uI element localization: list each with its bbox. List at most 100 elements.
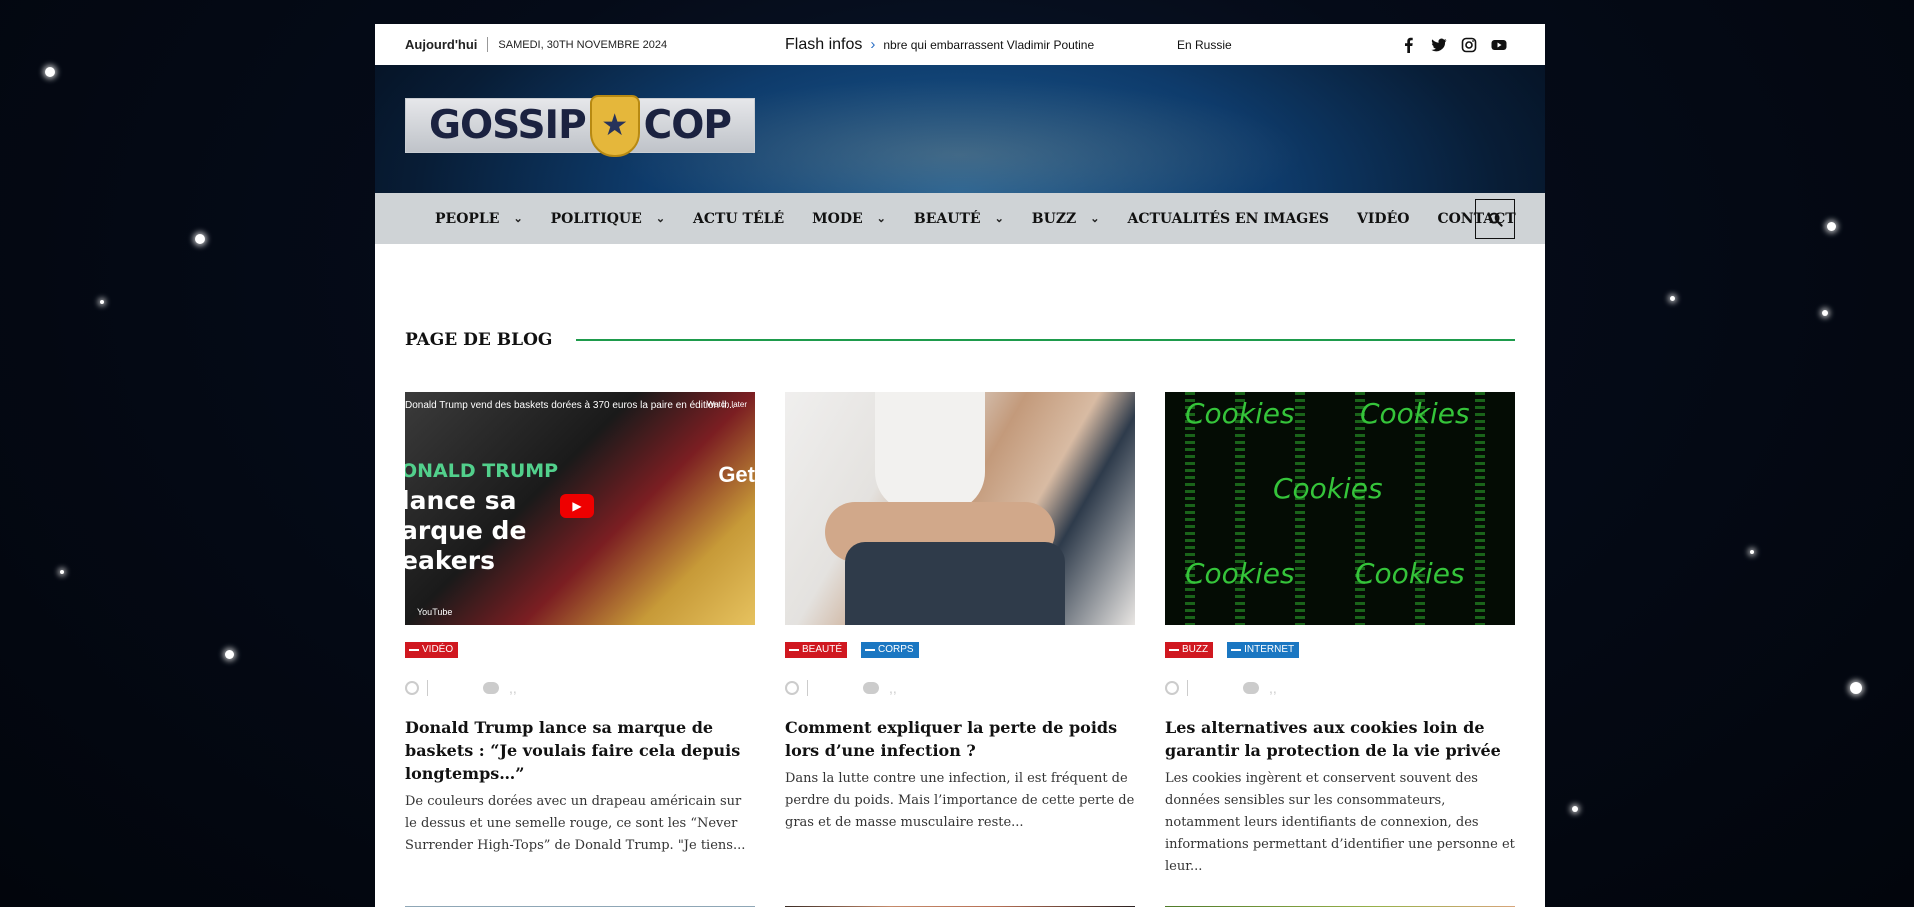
cookies-word: Cookies: [1185, 397, 1295, 430]
play-icon[interactable]: ▶: [560, 494, 594, 518]
site-header: GOSSIP ★ COP: [375, 65, 1545, 193]
cookies-word: Cookies: [1273, 472, 1383, 505]
shorts-shape: [845, 542, 1065, 625]
nav-item-buzz[interactable]: BUZZ ⌄: [1032, 211, 1100, 227]
clock-icon: [785, 681, 799, 695]
article-thumbnail[interactable]: Cookies Cookies Cookies Cookies Cookies: [1165, 392, 1515, 625]
watch-later-label[interactable]: Watch later: [707, 400, 747, 409]
search-icon: [1488, 212, 1503, 227]
nav-item-mode[interactable]: MODE ⌄: [812, 211, 886, 227]
section-divider: [576, 339, 1515, 341]
comment-icon: [1243, 682, 1259, 694]
article-tags: VIDÉO: [405, 642, 755, 658]
nav-item-video[interactable]: VIDÉO: [1357, 211, 1409, 227]
article-card: Cookies Cookies Cookies Cookies Cookies …: [1165, 392, 1515, 878]
star: [1750, 550, 1754, 554]
article-excerpt: De couleurs dorées avec un drapeau améri…: [405, 794, 746, 853]
nav-item-actualites-en-images[interactable]: ACTUALITÉS EN IMAGES: [1127, 211, 1329, 227]
cookies-word: Cookies: [1185, 557, 1295, 590]
section-title: PAGE DE BLOG: [405, 330, 553, 350]
police-badge-icon: ★: [589, 94, 640, 157]
star: [225, 650, 234, 659]
cookies-word: Cookies: [1360, 397, 1470, 430]
clock-icon: [1165, 681, 1179, 695]
article-meta: ,,: [785, 678, 1135, 698]
video-thumbnail[interactable]: Donald Trump vend des baskets dorées à 3…: [405, 392, 755, 625]
top-bar: Aujourd'hui SAMEDI, 30TH NOVEMBRE 2024 F…: [375, 24, 1545, 65]
chevron-right-icon[interactable]: ›: [870, 36, 875, 53]
code-column: [1295, 392, 1305, 625]
article-title[interactable]: Comment expliquer la perte de poids lors…: [785, 716, 1135, 762]
main-content: PAGE DE BLOG Donald Trump vend des baske…: [375, 330, 1545, 907]
thumbnail-headline: ONALD TRUMP lance sa arque de eakers: [405, 454, 558, 576]
cookies-word: Cookies: [1355, 557, 1465, 590]
thumbnail-big-text: lance sa arque de eakers: [405, 486, 527, 575]
chevron-down-icon: ⌄: [655, 212, 666, 225]
thumbnail-overlay: ONALD TRUMP: [405, 460, 559, 482]
nav-item-beaute[interactable]: BEAUTÉ ⌄: [914, 211, 1004, 227]
shirt-shape: [875, 392, 985, 512]
article-tags: BUZZ INTERNET: [1165, 642, 1515, 658]
nav-label: ACTU TÉLÉ: [693, 210, 785, 227]
nav-label: POLITIQUE: [550, 210, 642, 227]
site-logo[interactable]: GOSSIP ★ COP: [405, 94, 755, 157]
nav-label: VIDÉO: [1357, 210, 1410, 227]
tag-video[interactable]: VIDÉO: [405, 642, 459, 658]
today-label: Aujourd'hui: [405, 37, 489, 52]
article-tags: BEAUTÉ CORPS: [785, 642, 1135, 658]
chevron-down-icon: ⌄: [994, 212, 1004, 225]
star: [100, 300, 104, 304]
youtube-icon[interactable]: [1491, 37, 1507, 53]
article-meta: ,,: [405, 678, 755, 698]
article-grid: Donald Trump vend des baskets dorées à 3…: [405, 392, 1515, 878]
logo-text-left: GOSSIP: [428, 103, 587, 148]
article-excerpt: Les cookies ingèrent et conservent souve…: [1165, 771, 1515, 874]
article-title[interactable]: Les alternatives aux cookies loin de gar…: [1165, 716, 1515, 762]
search-button[interactable]: [1475, 199, 1515, 239]
star: [195, 234, 205, 244]
star: [1670, 296, 1675, 301]
chevron-down-icon: ⌄: [876, 212, 886, 225]
video-title: Donald Trump vend des baskets dorées à 3…: [405, 400, 735, 411]
flash-headline[interactable]: nbre qui embarrassent Vladimir Poutine: [883, 38, 1094, 52]
thumbnail-get-text: Get: [718, 462, 755, 487]
flash-label: Flash infos: [785, 35, 863, 53]
social-links: [1401, 37, 1507, 53]
star: [1850, 682, 1862, 694]
page-container: Aujourd'hui SAMEDI, 30TH NOVEMBRE 2024 F…: [375, 24, 1545, 907]
meta-divider: [807, 680, 808, 696]
nav-item-people[interactable]: PEOPLE ⌄: [435, 211, 523, 227]
tag-internet[interactable]: INTERNET: [1227, 642, 1300, 658]
chevron-down-icon: ⌄: [513, 212, 523, 225]
nav-label: PEOPLE: [435, 210, 500, 227]
article-card: BEAUTÉ CORPS ,, Comment expliquer la per…: [785, 392, 1135, 878]
nav-label: ACTUALITÉS EN IMAGES: [1127, 210, 1330, 227]
clock-icon: [405, 681, 419, 695]
nav-item-politique[interactable]: POLITIQUE ⌄: [551, 211, 665, 227]
comment-icon: [863, 682, 879, 694]
code-column: [1475, 392, 1485, 625]
tag-buzz[interactable]: BUZZ: [1165, 642, 1214, 658]
star: [1827, 222, 1836, 231]
article-thumbnail[interactable]: [785, 392, 1135, 625]
flash-headline-next[interactable]: En Russie: [1177, 38, 1232, 52]
logo-text-right: COP: [643, 103, 732, 148]
nav-item-actu-tele[interactable]: ACTU TÉLÉ: [693, 211, 784, 227]
instagram-icon[interactable]: [1461, 37, 1477, 53]
chevron-down-icon: ⌄: [1090, 212, 1100, 225]
nav-label: BUZZ: [1031, 210, 1077, 227]
article-title[interactable]: Donald Trump lance sa marque de baskets …: [405, 716, 755, 785]
facebook-icon[interactable]: [1401, 37, 1417, 53]
nav-label: MODE: [812, 210, 863, 227]
comment-count: ,,: [1269, 680, 1277, 696]
section-header: PAGE DE BLOG: [405, 330, 1515, 350]
meta-divider: [427, 680, 428, 696]
twitter-icon[interactable]: [1431, 37, 1447, 53]
tag-beaute[interactable]: BEAUTÉ: [785, 642, 848, 658]
nav-label: BEAUTÉ: [913, 210, 981, 227]
star: [60, 570, 64, 574]
comment-icon: [483, 682, 499, 694]
flash-news: Flash infos › nbre qui embarrassent Vlad…: [785, 36, 1094, 54]
tag-corps[interactable]: CORPS: [861, 642, 919, 658]
current-date: SAMEDI, 30TH NOVEMBRE 2024: [498, 38, 668, 51]
